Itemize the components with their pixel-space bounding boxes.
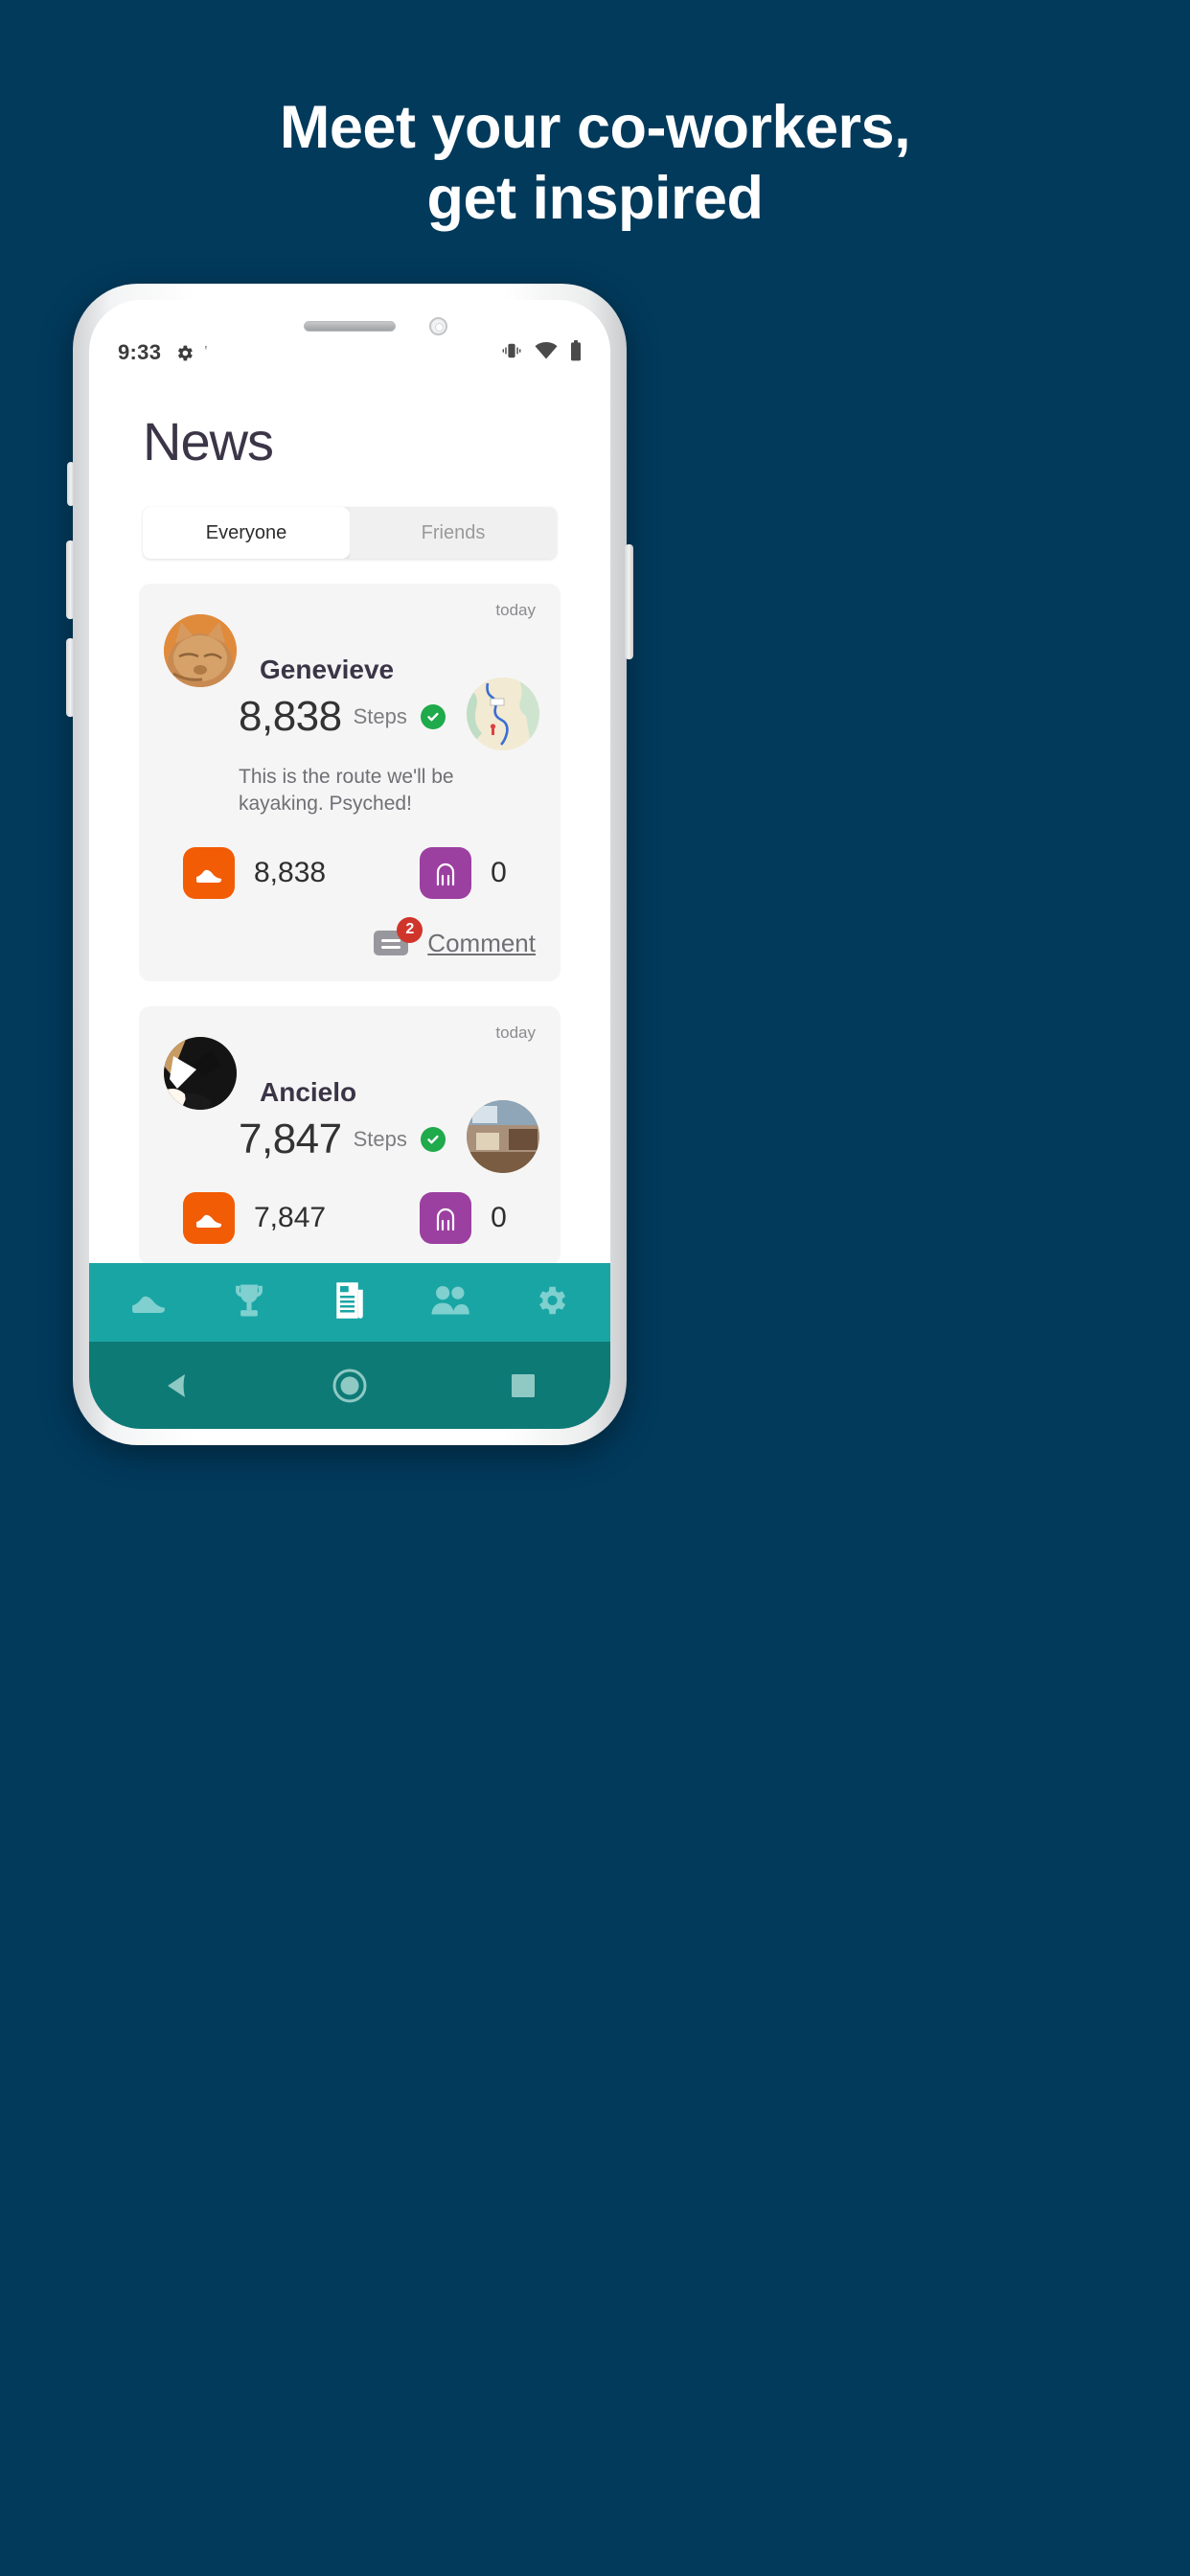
shoe-icon (183, 1191, 235, 1244)
feed-post-card[interactable]: today Genevieve 8,838 Steps This is the … (139, 584, 561, 981)
promo-headline-line2: get inspired (426, 165, 764, 233)
post-steps-label: Steps (353, 704, 407, 728)
room-photo-thumbnail[interactable] (467, 1099, 539, 1173)
gear-icon (533, 1282, 569, 1323)
post-stat-steps-value: 8,838 (254, 856, 327, 888)
shoe-icon (129, 1288, 168, 1318)
comment-link-label[interactable]: Comment (427, 929, 536, 958)
post-stats-row: 7,847 0 (183, 1191, 536, 1244)
post-steps-label: Steps (353, 1126, 407, 1151)
post-stat-steps-value: 7,847 (254, 1201, 327, 1233)
verified-check-icon (420, 704, 446, 729)
post-stat-steps[interactable]: 8,838 (183, 846, 327, 899)
phone-mockup: 9:33 ‛ News Everyone Friends today Genev… (66, 284, 633, 1445)
back-triangle-icon[interactable] (138, 1357, 215, 1414)
post-author-name: Ancielo (260, 1076, 357, 1107)
phone-button-volume-up (66, 540, 75, 619)
feed-post-card[interactable]: today Ancielo 7,847 Steps 7,847 0 (139, 1005, 561, 1265)
post-body-text: This is the route we'll be kayaking. Psy… (239, 766, 454, 816)
post-steps-value: 7,847 (239, 1115, 342, 1162)
nav-item-news[interactable] (310, 1273, 389, 1332)
jump-rope-icon (420, 1191, 472, 1244)
tab-everyone[interactable]: Everyone (143, 507, 350, 559)
trophy-icon (233, 1282, 265, 1323)
post-author-name: Genevieve (260, 655, 395, 684)
post-stat-steps[interactable]: 7,847 (183, 1191, 327, 1244)
avatar[interactable] (164, 1036, 237, 1110)
vibrate-icon (501, 342, 522, 364)
promo-headline: Meet your co-workers, get inspired (0, 92, 1190, 235)
tab-everyone-label: Everyone (205, 521, 287, 543)
people-icon (430, 1285, 470, 1321)
post-stat-other[interactable]: 0 (420, 1191, 507, 1244)
phone-button-left-top (67, 462, 75, 506)
recents-square-icon[interactable] (485, 1357, 561, 1414)
route-map-thumbnail[interactable] (467, 678, 539, 750)
nav-item-activity[interactable] (109, 1273, 188, 1332)
small-tick-icon: ‛ (204, 344, 208, 360)
system-navigation-bar (89, 1342, 610, 1429)
front-camera (429, 317, 447, 335)
app-content: News Everyone Friends today Genevieve 8,… (89, 369, 610, 1429)
nav-item-friends[interactable] (411, 1273, 490, 1332)
promo-headline-line1: Meet your co-workers, (279, 94, 911, 161)
post-header: Genevieve (164, 614, 536, 687)
jump-rope-icon (420, 846, 472, 899)
post-stats-row: 8,838 0 (183, 846, 536, 899)
post-steps-value: 8,838 (239, 693, 342, 740)
nav-item-settings[interactable] (512, 1273, 590, 1332)
phone-button-volume-down (66, 638, 75, 717)
gear-icon (174, 343, 195, 363)
phone-screen: 9:33 ‛ News Everyone Friends today Genev… (89, 300, 610, 1429)
avatar[interactable] (164, 614, 237, 687)
post-stat-other-value: 0 (491, 1201, 507, 1233)
post-steps-row: 7,847 Steps (164, 1099, 539, 1173)
tab-friends[interactable]: Friends (350, 507, 557, 559)
news-feed: today Genevieve 8,838 Steps This is the … (139, 584, 561, 1265)
status-bar-time: 9:33 (118, 340, 162, 364)
post-header: Ancielo (164, 1036, 536, 1110)
wifi-icon (535, 341, 558, 364)
bottom-navigation-bar (89, 1263, 610, 1342)
comment-count-badge: 2 (397, 916, 423, 943)
battery-full-icon (570, 339, 582, 366)
feed-filter-tabs: Everyone Friends (143, 507, 557, 559)
comment-bubble-icon: 2 (374, 916, 423, 960)
nav-item-challenges[interactable] (210, 1273, 288, 1332)
post-stat-other-value: 0 (491, 856, 507, 888)
phone-button-power (625, 544, 633, 659)
earpiece-speaker (304, 321, 396, 332)
tab-friends-label: Friends (421, 521, 486, 543)
verified-check-icon (420, 1126, 446, 1152)
page-title: News (143, 411, 274, 472)
home-circle-icon[interactable] (311, 1357, 388, 1414)
post-steps-row: 8,838 Steps (164, 678, 539, 750)
shoe-icon (183, 846, 235, 899)
post-stat-other[interactable]: 0 (420, 846, 507, 899)
news-icon (333, 1281, 366, 1324)
status-bar: 9:33 ‛ (89, 336, 610, 369)
post-comment-row[interactable]: 2 Comment (164, 916, 536, 960)
